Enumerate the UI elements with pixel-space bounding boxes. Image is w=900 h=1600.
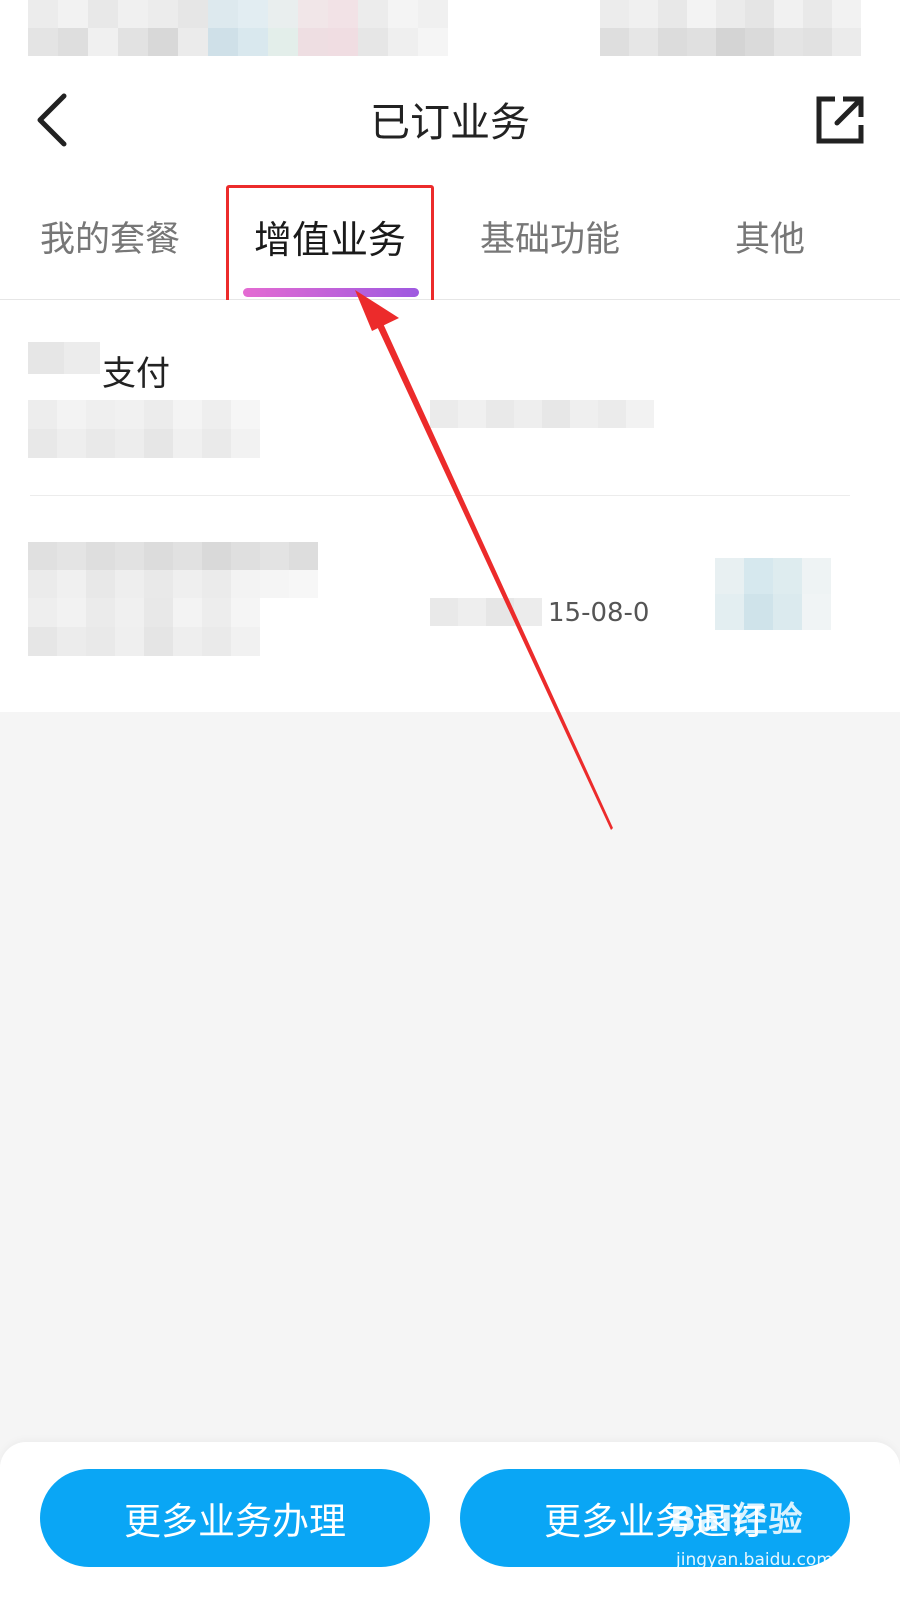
blurred-item-name xyxy=(28,342,100,374)
blurred-item-detail xyxy=(28,598,260,656)
page-title: 已订业务 xyxy=(370,100,530,146)
blurred-item-date-prefix xyxy=(430,598,542,626)
list-item-title: 支付 xyxy=(102,354,170,394)
subscription-list: 支付 15-08-0 xyxy=(0,300,900,712)
watermark: Bai经验 jingyan.baidu.com xyxy=(670,1492,870,1582)
tab-my-plan[interactable]: 我的套餐 xyxy=(30,210,190,270)
more-services-button[interactable]: 更多业务办理 xyxy=(40,1469,430,1567)
blurred-item-name xyxy=(28,542,318,598)
blurred-status-right xyxy=(600,0,861,56)
list-item[interactable]: 支付 xyxy=(0,300,900,496)
tab-bar: 我的套餐 增值业务 基础功能 其他 xyxy=(0,180,900,300)
status-bar xyxy=(0,0,900,60)
blurred-item-status xyxy=(715,558,831,630)
list-item[interactable]: 15-08-0 xyxy=(0,496,900,712)
annotation-highlight-box xyxy=(226,185,434,311)
watermark-logo: Bai经验 xyxy=(670,1500,804,1540)
nav-bar: 已订业务 xyxy=(0,60,900,180)
share-icon xyxy=(816,96,864,144)
blurred-item-date xyxy=(430,400,654,428)
list-item-date: 15-08-0 xyxy=(548,598,650,628)
share-button[interactable] xyxy=(810,90,870,150)
watermark-url: jingyan.baidu.com xyxy=(676,1550,833,1570)
blurred-item-detail xyxy=(28,400,260,458)
blurred-status-left xyxy=(28,0,448,56)
tab-other[interactable]: 其他 xyxy=(720,210,820,270)
tab-basic-functions[interactable]: 基础功能 xyxy=(470,210,630,270)
